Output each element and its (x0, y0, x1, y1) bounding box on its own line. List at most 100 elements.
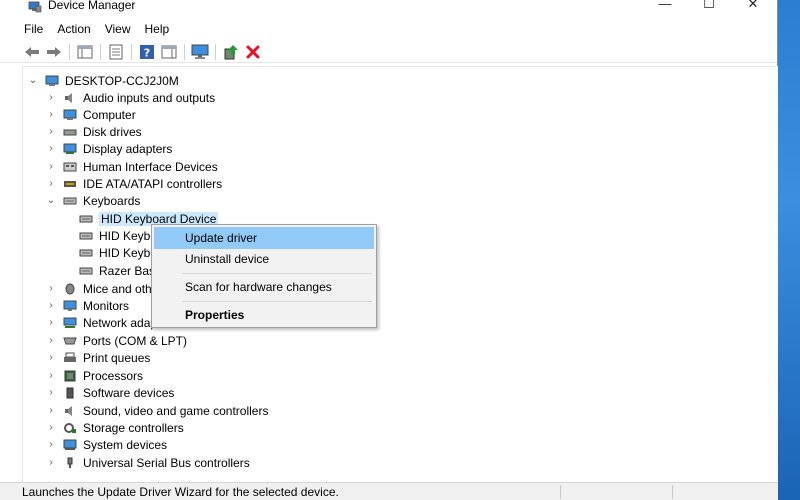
tree-device-razer-keyboard[interactable]: Razer Basi (79, 262, 158, 279)
chevron-right-icon[interactable]: › (45, 178, 57, 190)
chevron-right-icon[interactable]: › (45, 335, 57, 347)
category-label: Universal Serial Bus controllers (83, 455, 250, 470)
title-bar[interactable]: Device Manager — ☐ ✕ (0, 0, 777, 17)
menu-bar: File Action View Help (0, 17, 777, 41)
port-icon (63, 337, 77, 344)
network-adapter-icon (63, 317, 77, 328)
chevron-right-icon[interactable]: › (45, 109, 57, 121)
disk-drive-icon (63, 129, 77, 135)
category-label: Storage controllers (83, 420, 184, 435)
tree-item-keyboards[interactable]: ⌄ Keyboards (45, 192, 141, 209)
display-adapter-icon (63, 143, 77, 154)
tree-item-mice[interactable]: › Mice and oth (45, 280, 152, 297)
tree-device-hid-keyboard[interactable]: HID Keybo (79, 227, 157, 244)
chevron-right-icon[interactable]: › (45, 405, 57, 417)
hid-icon (63, 162, 77, 171)
category-label: Human Interface Devices (83, 159, 218, 174)
back-icon[interactable] (22, 43, 42, 61)
keyboard-icon (79, 232, 93, 239)
toolbar-separator (131, 43, 132, 60)
tree-device-hid-keyboard[interactable]: HID Keybo (79, 244, 157, 261)
menu-item-scan-hardware[interactable]: Scan for hardware changes (154, 276, 374, 298)
help-icon[interactable]: ? (137, 43, 157, 61)
category-label: Keyboards (83, 193, 141, 208)
category-label: Audio inputs and outputs (83, 90, 216, 105)
menu-help[interactable]: Help (145, 22, 170, 36)
list-icon[interactable] (106, 43, 126, 61)
close-button[interactable]: ✕ (730, 0, 776, 16)
tree-item-usb[interactable]: › Universal Serial Bus controllers (45, 454, 250, 471)
tree-item-print-queues[interactable]: › Print queues (45, 349, 150, 366)
status-text: Launches the Update Driver Wizard for th… (22, 484, 339, 499)
svg-text:?: ? (144, 46, 150, 59)
tree-item-audio[interactable]: › Audio inputs and outputs (45, 89, 215, 106)
tree-root[interactable]: ⌄ DESKTOP-CCJ2J0M (27, 72, 179, 89)
chevron-right-icon[interactable]: › (45, 422, 57, 434)
tree-item-disk-drives[interactable]: › Disk drives (45, 123, 141, 140)
category-label: Computer (83, 107, 136, 122)
menu-item-update-driver[interactable]: Update driver (154, 227, 374, 249)
chevron-down-icon[interactable]: ⌄ (45, 195, 57, 207)
chevron-right-icon[interactable]: › (45, 317, 57, 329)
action-pane-icon[interactable] (159, 43, 179, 61)
chevron-right-icon[interactable]: › (45, 370, 57, 382)
keyboard-icon (79, 267, 93, 274)
device-label: HID Keybo (99, 245, 158, 260)
chevron-down-icon[interactable]: ⌄ (27, 75, 39, 87)
chevron-right-icon[interactable]: › (45, 283, 57, 295)
chevron-right-icon[interactable]: › (45, 92, 57, 104)
uninstall-icon[interactable] (243, 43, 263, 61)
chevron-right-icon[interactable]: › (45, 439, 57, 451)
tree-item-computer[interactable]: › Computer (45, 106, 136, 123)
tree-item-processors[interactable]: › Processors (45, 367, 143, 384)
tree-item-network[interactable]: › Network adap (45, 314, 157, 331)
tree-item-storage[interactable]: › Storage controllers (45, 419, 184, 436)
tree-item-ports[interactable]: › Ports (COM & LPT) (45, 332, 187, 349)
update-driver-icon[interactable] (221, 43, 241, 61)
keyboard-icon (79, 249, 93, 256)
properties-pane-icon[interactable] (75, 43, 95, 61)
category-label: System devices (83, 437, 168, 452)
tree-item-monitors[interactable]: › Monitors (45, 297, 129, 314)
monitor-icon[interactable] (190, 43, 210, 61)
tree-item-system-devices[interactable]: › System devices (45, 436, 167, 453)
menu-action[interactable]: Action (57, 22, 90, 36)
device-tree: ⌄ DESKTOP-CCJ2J0M › Audio inputs and out… (22, 66, 778, 482)
toolbar-separator (69, 43, 70, 60)
forward-icon[interactable] (44, 43, 64, 61)
chevron-right-icon[interactable]: › (45, 126, 57, 138)
category-label: Software devices (83, 385, 175, 400)
menu-view[interactable]: View (105, 22, 131, 36)
software-device-icon (66, 387, 74, 398)
chevron-right-icon[interactable]: › (45, 143, 57, 155)
root-label: DESKTOP-CCJ2J0M (65, 73, 179, 88)
category-label: Display adapters (83, 141, 173, 156)
computer-icon (45, 75, 59, 86)
tree-item-software-devices[interactable]: › Software devices (45, 384, 174, 401)
tree-item-hid[interactable]: › Human Interface Devices (45, 158, 218, 175)
status-divider (672, 485, 673, 499)
category-label: Mice and oth (83, 281, 152, 296)
menu-item-uninstall-device[interactable]: Uninstall device (154, 248, 374, 270)
toolbar-separator (184, 43, 185, 60)
tree-item-display-adapters[interactable]: › Display adapters (45, 140, 172, 157)
tree-item-ide[interactable]: › IDE ATA/ATAPI controllers (45, 175, 222, 192)
menu-item-properties[interactable]: Properties (154, 304, 374, 326)
menu-file[interactable]: File (24, 22, 43, 36)
chevron-right-icon[interactable]: › (45, 352, 57, 364)
chevron-right-icon[interactable]: › (45, 387, 57, 399)
storage-controller-icon (64, 422, 76, 433)
minimize-button[interactable]: — (642, 0, 688, 16)
device-label: Razer Basi (99, 263, 158, 278)
chevron-right-icon[interactable]: › (45, 300, 57, 312)
maximize-button[interactable]: ☐ (686, 0, 732, 16)
status-bar: Launches the Update Driver Wizard for th… (0, 482, 778, 500)
context-menu: Update driver Uninstall device Scan for … (151, 224, 377, 328)
chevron-right-icon[interactable]: › (45, 161, 57, 173)
tree-item-sound[interactable]: › Sound, video and game controllers (45, 402, 268, 419)
chevron-right-icon[interactable]: › (45, 457, 57, 469)
toolbar-separator (215, 43, 216, 60)
device-manager-window: Device Manager — ☐ ✕ File Action View He… (0, 0, 778, 500)
menu-separator (182, 301, 372, 302)
mouse-icon (65, 283, 75, 294)
